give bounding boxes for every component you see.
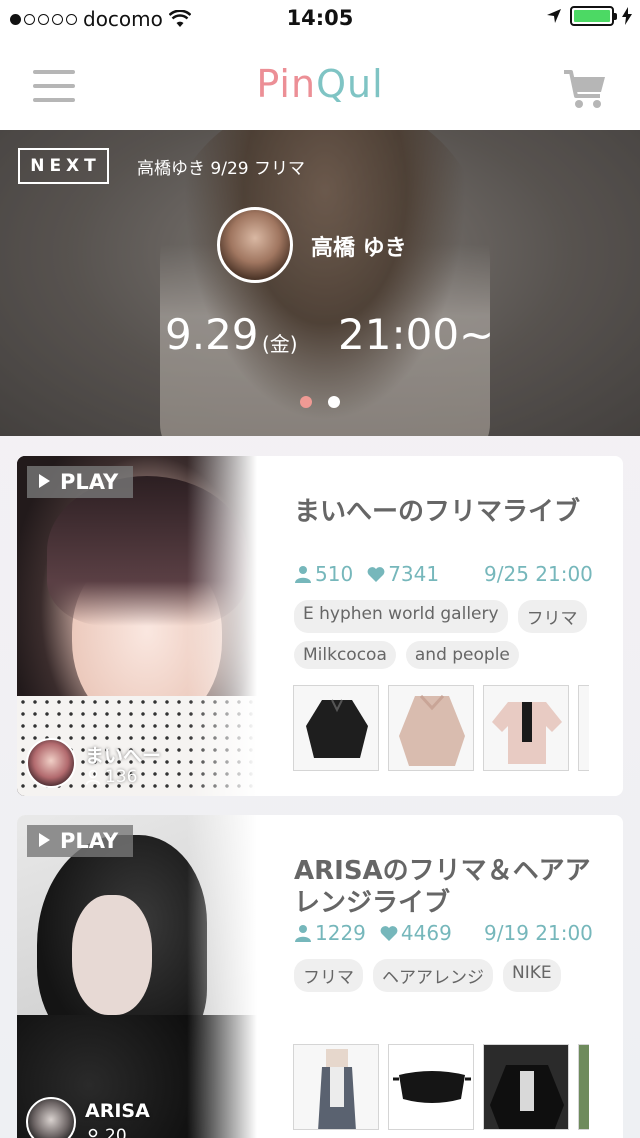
banner-pager[interactable] [300,396,340,408]
item-thumbnail[interactable] [483,1044,569,1130]
item-thumbnail[interactable] [578,1044,589,1130]
live-title[interactable]: ARISAのフリマ＆ヘアアレンジライブ [294,855,594,919]
owner-followers-count: 136 [105,767,138,787]
battery-icon [570,6,617,26]
item-thumbnail[interactable] [483,685,569,771]
heart-icon [380,925,398,941]
item-thumbnail[interactable] [293,685,379,771]
charging-icon [622,7,632,25]
pink-top-image [492,702,562,764]
heart-icon [367,566,385,582]
item-thumbnail[interactable] [388,1044,474,1130]
waist-bag-image [393,1071,471,1103]
item-thumbnail[interactable] [293,1044,379,1130]
pager-dot-2[interactable] [328,396,340,408]
logo-qul: Qul [316,62,384,106]
item-thumbnails [293,1044,589,1130]
owner-name: ARISA [85,1100,150,1122]
long-skirt-outfit-image [318,1049,356,1129]
live-date: 9.29 [165,310,259,359]
cart-icon[interactable] [562,66,608,112]
viewer-count: 510 [315,562,354,586]
live-time: 21:00~ [338,310,495,359]
live-datetime: 9/25 21:00 [484,562,593,586]
next-live-banner[interactable]: NEXT 高橋ゆき 9/29 フリマ 高橋 ゆき 9.29 (金) 21:00~ [0,130,640,436]
tag[interactable]: フリマ [517,600,587,633]
tag[interactable]: E hyphen world gallery [294,600,508,633]
owner-name: まいへー [85,745,162,767]
tag[interactable]: フリマ [294,959,363,992]
owner-avatar[interactable] [26,738,76,788]
live-card[interactable]: PLAY まいへー 136 まいへーのフリマライブ 510 7341 9/25 … [17,456,623,796]
person-outline-icon [85,769,101,785]
status-bar: docomo 14:05 [0,0,640,38]
banner-subtitle: 高橋ゆき 9/29 フリマ [137,159,305,179]
live-card[interactable]: PLAY ARISA 20 ARISAのフリマ＆ヘアアレンジライブ 1229 4… [17,815,623,1138]
live-stats: 510 7341 9/25 21:00 [294,562,593,586]
tag[interactable]: and people [405,641,519,669]
location-arrow-icon [547,9,561,23]
owner-followers: 20 [85,1126,127,1138]
logo-pin: Pin [256,62,317,106]
play-button[interactable]: PLAY [27,825,133,857]
item-thumbnail[interactable] [578,685,589,771]
tag[interactable]: NIKE [503,959,561,992]
app-header: PinQul [0,38,640,130]
tag[interactable]: ヘアアレンジ [373,959,493,992]
tag[interactable]: Milkcocoa [294,641,396,669]
host-name: 高橋 ゆき [311,236,407,261]
pager-dot-1[interactable] [300,396,312,408]
person-icon [295,566,311,583]
item-thumbnail[interactable] [388,685,474,771]
live-datetime: 9/19 21:00 [484,921,593,945]
play-label: PLAY [60,829,119,853]
next-label: NEXT [18,148,109,184]
live-stats: 1229 4469 9/19 21:00 [294,921,593,945]
viewer-count: 1229 [315,921,366,945]
live-weekday: (金) [262,332,298,356]
status-time: 14:05 [286,6,354,30]
person-outline-icon [88,1128,98,1138]
owner-followers-count: 20 [105,1126,127,1138]
live-thumbnail[interactable]: PLAY ARISA 20 [17,815,257,1138]
live-thumbnail[interactable]: PLAY まいへー 136 [17,456,257,796]
play-button[interactable]: PLAY [27,466,133,498]
host-avatar[interactable] [217,207,293,283]
like-count: 7341 [388,562,440,586]
owner-followers: 136 [85,767,137,787]
person-icon [295,925,311,942]
live-title[interactable]: まいへーのフリマライブ [294,496,594,528]
tag-list: フリマ ヘアアレンジ NIKE [294,959,604,992]
like-count: 4469 [400,921,452,945]
app-screen: docomo 14:05 PinQul NEXT 高橋ゆき 9/29 フリマ 高… [0,0,640,1138]
app-logo[interactable]: PinQul [0,62,640,106]
play-label: PLAY [60,470,119,494]
play-icon [39,833,50,847]
play-icon [39,474,50,488]
black-blouse-image [306,699,368,758]
status-right [546,6,632,26]
leather-jacket-image [490,1065,564,1129]
item-thumbnails [293,685,589,771]
tag-list: E hyphen world gallery フリマ Milkcocoa and… [294,600,604,669]
beige-blouse-image [399,694,465,766]
